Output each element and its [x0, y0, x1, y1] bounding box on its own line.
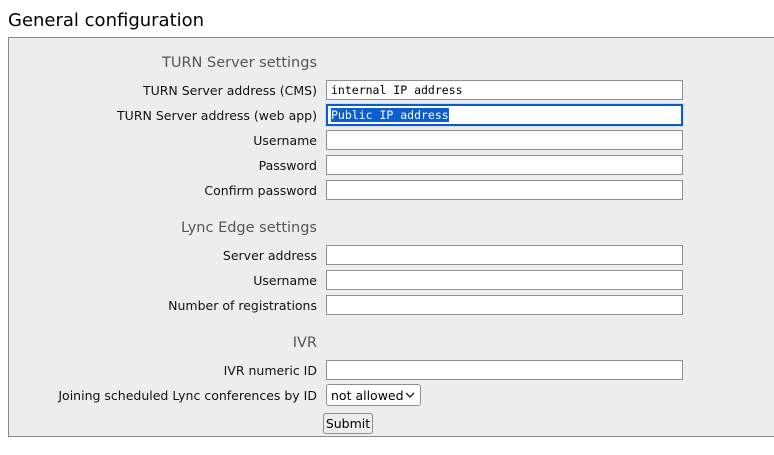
ivr-numeric-id-label: IVR numeric ID: [223, 363, 317, 378]
lync-username-label: Username: [253, 273, 317, 288]
submit-button[interactable]: Submit: [323, 413, 373, 434]
turn-password-label: Password: [258, 158, 317, 173]
chevron-down-icon: [404, 390, 416, 400]
lync-username-input[interactable]: [326, 270, 683, 290]
turn-cms-address-label: TURN Server address (CMS): [142, 83, 317, 98]
select-value: not allowed: [331, 387, 404, 403]
turn-username-input[interactable]: [326, 130, 683, 150]
turn-cms-address-input[interactable]: [326, 80, 683, 100]
configuration-panel: TURN Server settings TURN Server address…: [8, 37, 774, 437]
turn-webapp-address-label: TURN Server address (web app): [117, 108, 317, 123]
lync-server-address-label: Server address: [222, 248, 317, 263]
turn-password-input[interactable]: [326, 155, 683, 175]
joining-lync-conferences-label: Joining scheduled Lync conferences by ID: [58, 388, 317, 403]
ivr-numeric-id-input[interactable]: [326, 360, 683, 380]
turn-section-heading: TURN Server settings: [162, 55, 317, 71]
lync-registrations-input[interactable]: [326, 295, 683, 315]
joining-lync-conferences-select[interactable]: not allowed: [326, 384, 421, 406]
page-title: General configuration: [8, 10, 205, 31]
ivr-section-heading: IVR: [292, 335, 317, 351]
turn-confirm-password-label: Confirm password: [204, 183, 317, 198]
turn-username-label: Username: [253, 133, 317, 148]
lync-registrations-label: Number of registrations: [168, 298, 317, 313]
lync-section-heading: Lync Edge settings: [180, 220, 317, 236]
lync-server-address-input[interactable]: [326, 245, 683, 265]
turn-webapp-address-input[interactable]: [326, 104, 683, 126]
turn-confirm-password-input[interactable]: [326, 180, 683, 200]
